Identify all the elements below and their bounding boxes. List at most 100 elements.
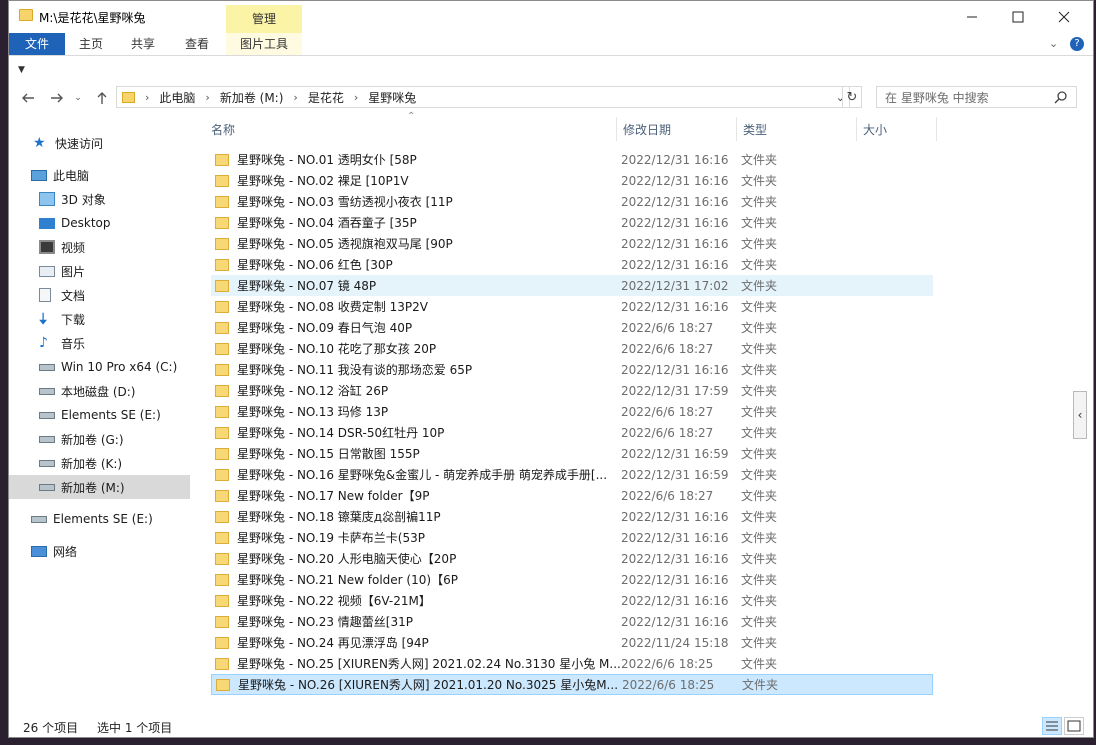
tab-home[interactable]: 主页 — [65, 33, 117, 55]
sidebar-item-drive-m[interactable]: 新加卷 (M:) — [9, 475, 190, 499]
sidebar-item-music[interactable]: ♪ 音乐 — [9, 331, 190, 355]
column-header-date[interactable]: 修改日期 — [623, 122, 671, 142]
maximize-button[interactable] — [995, 1, 1041, 33]
file-row[interactable]: 星野咪兔 - NO.07 镜 48P 2022/12/31 17:02 文件夹 — [211, 275, 933, 296]
file-type: 文件夹 — [741, 384, 778, 398]
folder-icon — [215, 615, 229, 628]
explorer-window: M:\是花花\星野咪兔 管理 文件 主页 共享 查看 图片工具 ⌄ ? ▼ ⌄ — [8, 0, 1094, 738]
file-row[interactable]: 星野咪兔 - NO.02 裸足 [10P1V 2022/12/31 16:16 文件… — [211, 170, 933, 191]
back-button[interactable] — [17, 87, 39, 109]
sidebar-item-pictures[interactable]: 图片 — [9, 259, 190, 283]
drive-icon — [39, 483, 55, 491]
sidebar-item-drive-d[interactable]: 本地磁盘 (D:) — [9, 379, 190, 403]
star-icon: ★ — [33, 135, 46, 151]
file-row-selected[interactable]: 星野咪兔 - NO.26 [XIUREN秀人网] 2021.01.20 No.3… — [211, 674, 933, 695]
file-row[interactable]: 星野咪兔 - NO.18 镲葉庋д惢剖褊11P 2022/12/31 16:16 文… — [211, 506, 933, 527]
tab-share[interactable]: 共享 — [117, 33, 169, 55]
column-divider[interactable] — [736, 117, 737, 141]
file-row[interactable]: 星野咪兔 - NO.08 收费定制 13P2V 2022/12/31 16:16 文… — [211, 296, 933, 317]
close-button[interactable] — [1041, 1, 1087, 33]
folder-icon — [215, 426, 229, 439]
file-date: 2022/12/31 16:16 — [621, 257, 729, 272]
chevron-down-icon[interactable]: ⌄ — [1049, 37, 1058, 50]
selected-count: 选中 1 个项目 — [97, 721, 173, 735]
file-row[interactable]: 星野咪兔 - NO.16 星野咪兔&金蜜儿 - 萌宠养成手册 萌宠养成手册[..… — [211, 464, 933, 485]
column-divider[interactable] — [936, 117, 937, 141]
sidebar-item-drive-e[interactable]: Elements SE (E:) — [9, 403, 190, 427]
preview-pane-toggle[interactable]: ‹ — [1073, 391, 1087, 439]
file-type: 文件夹 — [741, 300, 778, 314]
search-input[interactable]: 在 星野咪兔 中搜索 — [876, 86, 1077, 108]
sidebar-item-drive-g[interactable]: 新加卷 (G:) — [9, 427, 190, 451]
column-divider[interactable] — [856, 117, 857, 141]
file-row[interactable]: 星野咪兔 - NO.23 情趣蕾丝[31P 2022/12/31 16:16 文件夹 — [211, 611, 933, 632]
folder-icon — [122, 91, 135, 103]
forward-button[interactable] — [46, 87, 68, 109]
sidebar-item-network[interactable]: 网络 — [9, 539, 190, 563]
file-row[interactable]: 星野咪兔 - NO.22 视频【6V-21M】 2022/12/31 16:16 文… — [211, 590, 933, 611]
tab-file[interactable]: 文件 — [9, 33, 65, 55]
help-icon[interactable]: ? — [1070, 37, 1084, 51]
file-row[interactable]: 星野咪兔 - NO.21 New folder (10)【6P 2022/12/3… — [211, 569, 933, 590]
file-type: 文件夹 — [741, 216, 778, 230]
tab-picture-tools[interactable]: 图片工具 — [226, 33, 302, 55]
refresh-button[interactable]: ↻ — [842, 86, 862, 108]
sidebar-item-this-pc[interactable]: 此电脑 — [9, 163, 190, 187]
folder-icon — [215, 657, 229, 670]
refresh-icon: ↻ — [846, 89, 858, 105]
file-row[interactable]: 星野咪兔 - NO.03 雪纺透视小夜衣 [11P 2022/12/31 16:1… — [211, 191, 933, 212]
sidebar-item-desktop[interactable]: Desktop — [9, 211, 190, 235]
file-row[interactable]: 星野咪兔 - NO.06 红色 [30P 2022/12/31 16:16 文件夹 — [211, 254, 933, 275]
tab-manage[interactable]: 管理 — [226, 5, 302, 33]
file-row[interactable]: 星野咪兔 - NO.15 日常散图 155P 2022/12/31 16:59 文件… — [211, 443, 933, 464]
file-row[interactable]: 星野咪兔 - NO.17 New folder【9P 2022/6/6 18:27… — [211, 485, 933, 506]
tab-view[interactable]: 查看 — [169, 33, 225, 55]
sidebar-item-3d-objects[interactable]: 3D 对象 — [9, 187, 190, 211]
large-icons-view-button[interactable] — [1064, 717, 1084, 735]
sidebar-item-label: 3D 对象 — [61, 192, 106, 207]
column-header-type[interactable]: 类型 — [743, 122, 767, 142]
sidebar-item-drive-k[interactable]: 新加卷 (K:) — [9, 451, 190, 475]
ribbon: 文件 主页 共享 查看 图片工具 ⌄ ? — [9, 33, 1093, 55]
breadcrumb-folder-2[interactable]: 星野咪兔 — [368, 89, 416, 106]
details-view-button[interactable] — [1042, 717, 1062, 735]
sidebar-item-documents[interactable]: 文档 — [9, 283, 190, 307]
folder-icon — [216, 678, 230, 691]
breadcrumb-this-pc[interactable]: 此电脑 — [159, 89, 195, 106]
sidebar-item-elements-se[interactable]: Elements SE (E:) — [9, 507, 190, 531]
sidebar-item-downloads[interactable]: 🠣 下载 — [9, 307, 190, 331]
recent-locations-button[interactable]: ⌄ — [71, 87, 85, 109]
up-button[interactable] — [91, 87, 113, 109]
file-row[interactable]: 星野咪兔 - NO.24 再见漂浮岛 [94P 2022/11/24 15:18 文… — [211, 632, 933, 653]
file-row[interactable]: 星野咪兔 - NO.12 浴缸 26P 2022/12/31 17:59 文件夹 — [211, 380, 933, 401]
breadcrumb-folder-1[interactable]: 是花花 — [308, 89, 344, 106]
file-row[interactable]: 星野咪兔 - NO.09 春日气泡 40P 2022/6/6 18:27 文件夹 — [211, 317, 933, 338]
sidebar-item-quick-access[interactable]: ★ 快速访问 — [9, 131, 190, 155]
file-row[interactable]: 星野咪兔 - NO.13 玛修 13P 2022/6/6 18:27 文件夹 — [211, 401, 933, 422]
customize-toolbar-icon[interactable]: ▼ — [18, 65, 25, 75]
file-row[interactable]: 星野咪兔 - NO.25 [XIUREN秀人网] 2021.02.24 No.3… — [211, 653, 933, 674]
sidebar-item-label: 新加卷 (G:) — [61, 432, 124, 447]
file-row[interactable]: 星野咪兔 - NO.04 酒吞童子 [35P 2022/12/31 16:16 文件… — [211, 212, 933, 233]
file-row[interactable]: 星野咪兔 - NO.20 人形电脑天使心【20P 2022/12/31 16:16… — [211, 548, 933, 569]
minimize-button[interactable] — [949, 1, 995, 33]
navigation-pane: ★ 快速访问 此电脑 3D 对象 Desktop 视频 图片 文档 🠣 下载 ♪… — [9, 123, 190, 703]
column-header-name[interactable]: 名称 — [211, 122, 235, 142]
address-bar[interactable]: › 此电脑 › 新加卷 (M:) › 是花花 › 星野咪兔 ⌄ — [116, 86, 850, 108]
file-row[interactable]: 星野咪兔 - NO.01 透明女仆 [58P 2022/12/31 16:16 文件… — [211, 149, 933, 170]
file-row[interactable]: 星野咪兔 - NO.14 DSR-50红牡丹 10P 2022/6/6 18:27… — [211, 422, 933, 443]
file-row[interactable]: 星野咪兔 - NO.05 透视旗袍双马尾 [90P 2022/12/31 16:1… — [211, 233, 933, 254]
column-divider[interactable] — [616, 117, 617, 141]
sidebar-item-videos[interactable]: 视频 — [9, 235, 190, 259]
breadcrumb-drive-m[interactable]: 新加卷 (M:) — [220, 89, 284, 106]
sidebar-item-drive-c[interactable]: Win 10 Pro x64 (C:) — [9, 355, 190, 379]
file-row[interactable]: 星野咪兔 - NO.19 卡萨布兰卡(53P 2022/12/31 16:16 文件… — [211, 527, 933, 548]
folder-icon — [215, 216, 229, 229]
sidebar-item-label: Desktop — [61, 216, 111, 230]
folder-icon — [215, 363, 229, 376]
file-row[interactable]: 星野咪兔 - NO.10 花吃了那女孩 20P 2022/6/6 18:27 文件夹 — [211, 338, 933, 359]
title-bar: M:\是花花\星野咪兔 管理 — [9, 1, 1093, 33]
column-header-size[interactable]: 大小 — [863, 122, 887, 142]
file-row[interactable]: 星野咪兔 - NO.11 我没有谈的那场恋爱 65P 2022/12/31 16:… — [211, 359, 933, 380]
file-type: 文件夹 — [741, 657, 778, 671]
